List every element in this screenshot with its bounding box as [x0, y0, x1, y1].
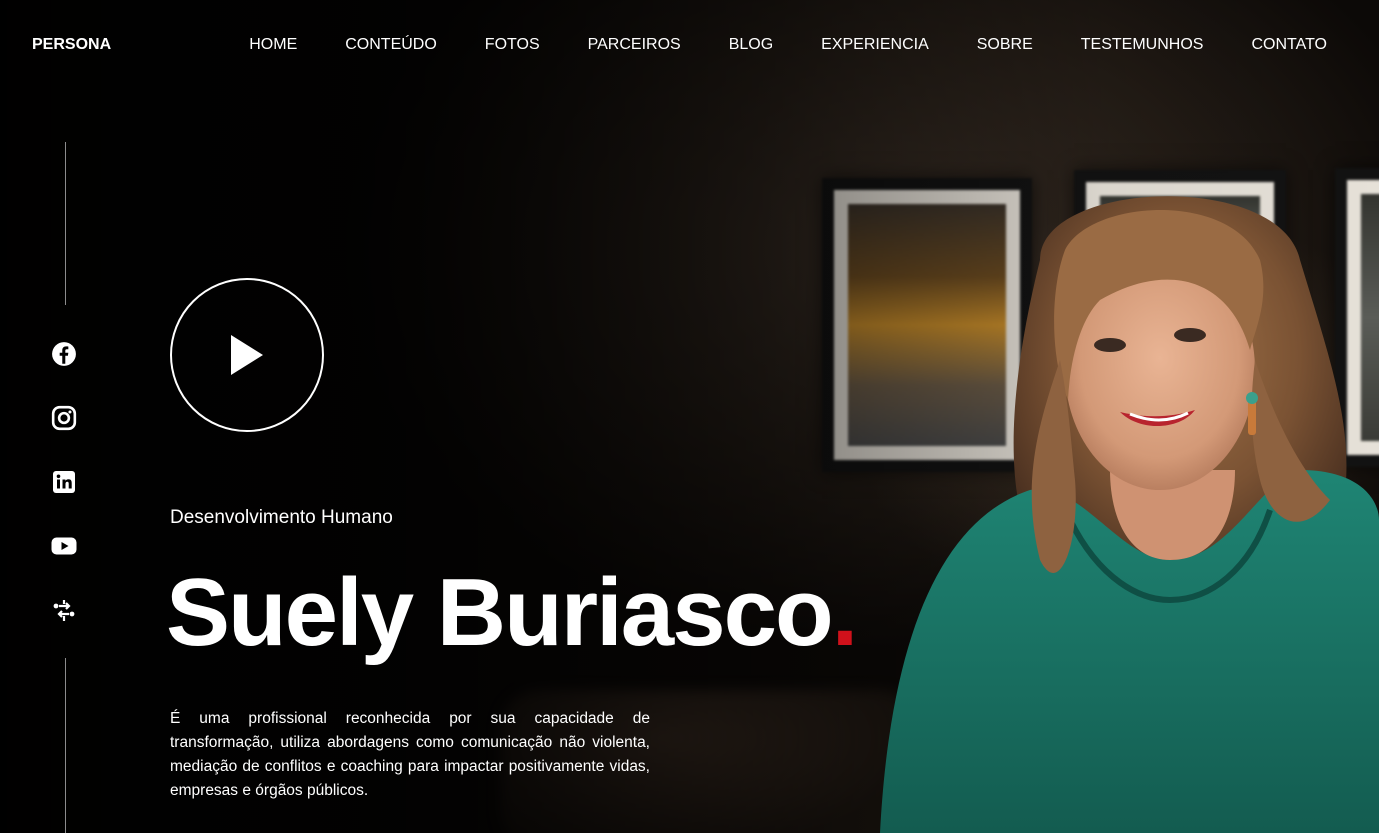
linktree-icon[interactable] — [50, 596, 78, 624]
wall-frame-middle — [1074, 170, 1286, 314]
play-video-button[interactable] — [170, 278, 324, 432]
top-navigation: PERSONA HOME CONTEÚDO FOTOS PARCEIROS BL… — [0, 0, 1379, 90]
nav-item-parceiros[interactable]: PARCEIROS — [588, 36, 681, 54]
facebook-icon[interactable] — [50, 340, 78, 368]
instagram-icon[interactable] — [50, 404, 78, 432]
nav-item-conteudo[interactable]: CONTEÚDO — [345, 36, 437, 54]
youtube-icon[interactable] — [50, 532, 78, 560]
nav-menu: HOME CONTEÚDO FOTOS PARCEIROS BLOG EXPER… — [201, 36, 1327, 54]
wall-frame-right — [1335, 168, 1379, 467]
linkedin-icon[interactable] — [50, 468, 78, 496]
nav-item-sobre[interactable]: SOBRE — [977, 36, 1033, 54]
hero-subtitle: Desenvolvimento Humano — [170, 507, 393, 528]
nav-item-experiencia[interactable]: EXPERIENCIA — [821, 36, 929, 54]
nav-item-fotos[interactable]: FOTOS — [485, 36, 540, 54]
hero-section: PERSONA HOME CONTEÚDO FOTOS PARCEIROS BL… — [0, 0, 1379, 833]
nav-item-contato[interactable]: CONTATO — [1251, 36, 1327, 54]
brand-logo[interactable]: PERSONA — [32, 36, 111, 54]
hero-name: Suely Buriasco. — [166, 559, 859, 666]
nav-item-home[interactable]: HOME — [249, 36, 297, 54]
nav-item-testemunhos[interactable]: TESTEMUNHOS — [1081, 36, 1204, 54]
hero-name-accent-dot: . — [831, 559, 859, 666]
sidebar-divider-bottom — [65, 658, 66, 833]
hero-description: É uma profissional reconhecida por sua c… — [170, 710, 650, 799]
nav-item-blog[interactable]: BLOG — [729, 36, 773, 54]
sidebar-divider-top — [65, 142, 66, 305]
play-icon — [231, 335, 263, 375]
hero-name-text: Suely Buriasco — [166, 559, 834, 666]
wall-frame-left — [822, 178, 1032, 472]
